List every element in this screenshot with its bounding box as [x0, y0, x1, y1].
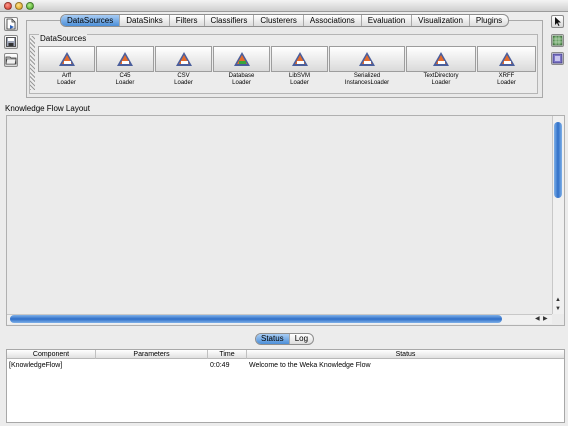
vertical-scroll-thumb[interactable] — [554, 122, 562, 198]
libsvm-loader-icon — [291, 52, 308, 66]
c45-loader-button[interactable] — [96, 46, 154, 72]
column-header-component[interactable]: Component — [7, 350, 96, 359]
component-tabs: DataSources DataSinks Filters Classifier… — [60, 14, 510, 27]
tab-classifiers[interactable]: Classifiers — [205, 15, 255, 26]
tab-filters[interactable]: Filters — [170, 15, 205, 26]
knowledge-flow-canvas[interactable] — [6, 115, 565, 326]
tab-clusterers[interactable]: Clusterers — [254, 15, 304, 26]
csv-loader-button[interactable] — [155, 46, 212, 72]
c45-loader-label: C45 Loader — [115, 73, 135, 86]
scroll-down-icon[interactable]: ▼ — [555, 305, 561, 313]
toolbar-drag-handle[interactable] — [30, 36, 35, 90]
serialized-instances-loader-icon — [359, 52, 375, 66]
csv-loader-icon — [175, 52, 192, 66]
database-loader-label: Database Loader — [228, 73, 255, 86]
horizontal-scroll-thumb[interactable] — [10, 315, 502, 323]
pointer-icon — [555, 17, 561, 26]
xrff-loader-label: XRFF Loader — [497, 73, 516, 86]
minimize-window-icon[interactable] — [15, 2, 23, 10]
tab-datasinks[interactable]: DataSinks — [120, 15, 170, 26]
tab-datasources[interactable]: DataSources — [61, 15, 121, 26]
tab-associations[interactable]: Associations — [304, 15, 362, 26]
open-flow-button[interactable] — [4, 53, 18, 67]
scroll-right-icon[interactable]: ▶ — [543, 315, 548, 323]
tab-status[interactable]: Status — [256, 334, 290, 344]
snap-to-grid-button[interactable] — [551, 34, 564, 47]
scroll-up-icon[interactable]: ▲ — [555, 296, 561, 304]
row-status: Welcome to the Weka Knowledge Flow — [249, 362, 371, 369]
layout-icon — [552, 53, 563, 64]
tab-log[interactable]: Log — [290, 334, 313, 344]
csv-loader-label: CSV Loader — [174, 73, 193, 86]
tab-plugins[interactable]: Plugins — [470, 15, 508, 26]
column-header-status[interactable]: Status — [247, 350, 564, 359]
serialized-instances-loader-label: Serialized InstancesLoader — [344, 73, 390, 86]
tab-visualization[interactable]: Visualization — [412, 15, 470, 26]
status-tabs: Status Log — [255, 333, 315, 345]
zoom-window-icon[interactable] — [26, 2, 34, 10]
arff-loader-button[interactable] — [38, 46, 95, 72]
arff-loader-label: Arff Loader — [57, 73, 76, 86]
scroll-left-icon[interactable]: ◀ — [535, 315, 540, 323]
database-loader-icon — [233, 52, 250, 66]
row-time: 0:0:49 — [210, 362, 230, 369]
serialized-instances-loader-button[interactable] — [329, 46, 405, 72]
textdirectory-loader-button[interactable] — [406, 46, 476, 72]
pointer-button[interactable] — [551, 15, 564, 28]
close-window-icon[interactable] — [4, 2, 12, 10]
xrff-loader-button[interactable] — [477, 46, 536, 72]
row-component: [KnowledgeFlow] — [9, 362, 63, 369]
textdirectory-loader-label: TextDirectory Loader — [423, 73, 459, 86]
xrff-loader-icon — [498, 52, 515, 66]
textdirectory-loader-icon — [433, 52, 449, 66]
layout-title: Knowledge Flow Layout — [5, 104, 90, 113]
arff-loader-icon — [58, 52, 75, 66]
save-icon — [6, 37, 16, 47]
save-flow-button[interactable] — [4, 35, 18, 49]
datasources-group-title: DataSources — [39, 34, 88, 43]
snap-grid-icon — [552, 35, 563, 46]
new-flow-icon — [6, 18, 16, 30]
layout-button[interactable] — [551, 52, 564, 65]
column-header-parameters[interactable]: Parameters — [96, 350, 208, 359]
new-flow-button[interactable] — [4, 17, 18, 31]
tab-evaluation[interactable]: Evaluation — [362, 15, 413, 26]
libsvm-loader-button[interactable] — [271, 46, 328, 72]
open-folder-icon — [5, 56, 17, 65]
libsvm-loader-label: LibSVM Loader — [288, 73, 310, 86]
c45-loader-icon — [117, 52, 133, 66]
window-titlebar — [0, 0, 568, 12]
database-loader-button[interactable] — [213, 46, 270, 72]
column-header-time[interactable]: Time — [208, 350, 247, 359]
weka-knowledge-flow-window: DataSources DataSinks Filters Classifier… — [0, 0, 568, 426]
